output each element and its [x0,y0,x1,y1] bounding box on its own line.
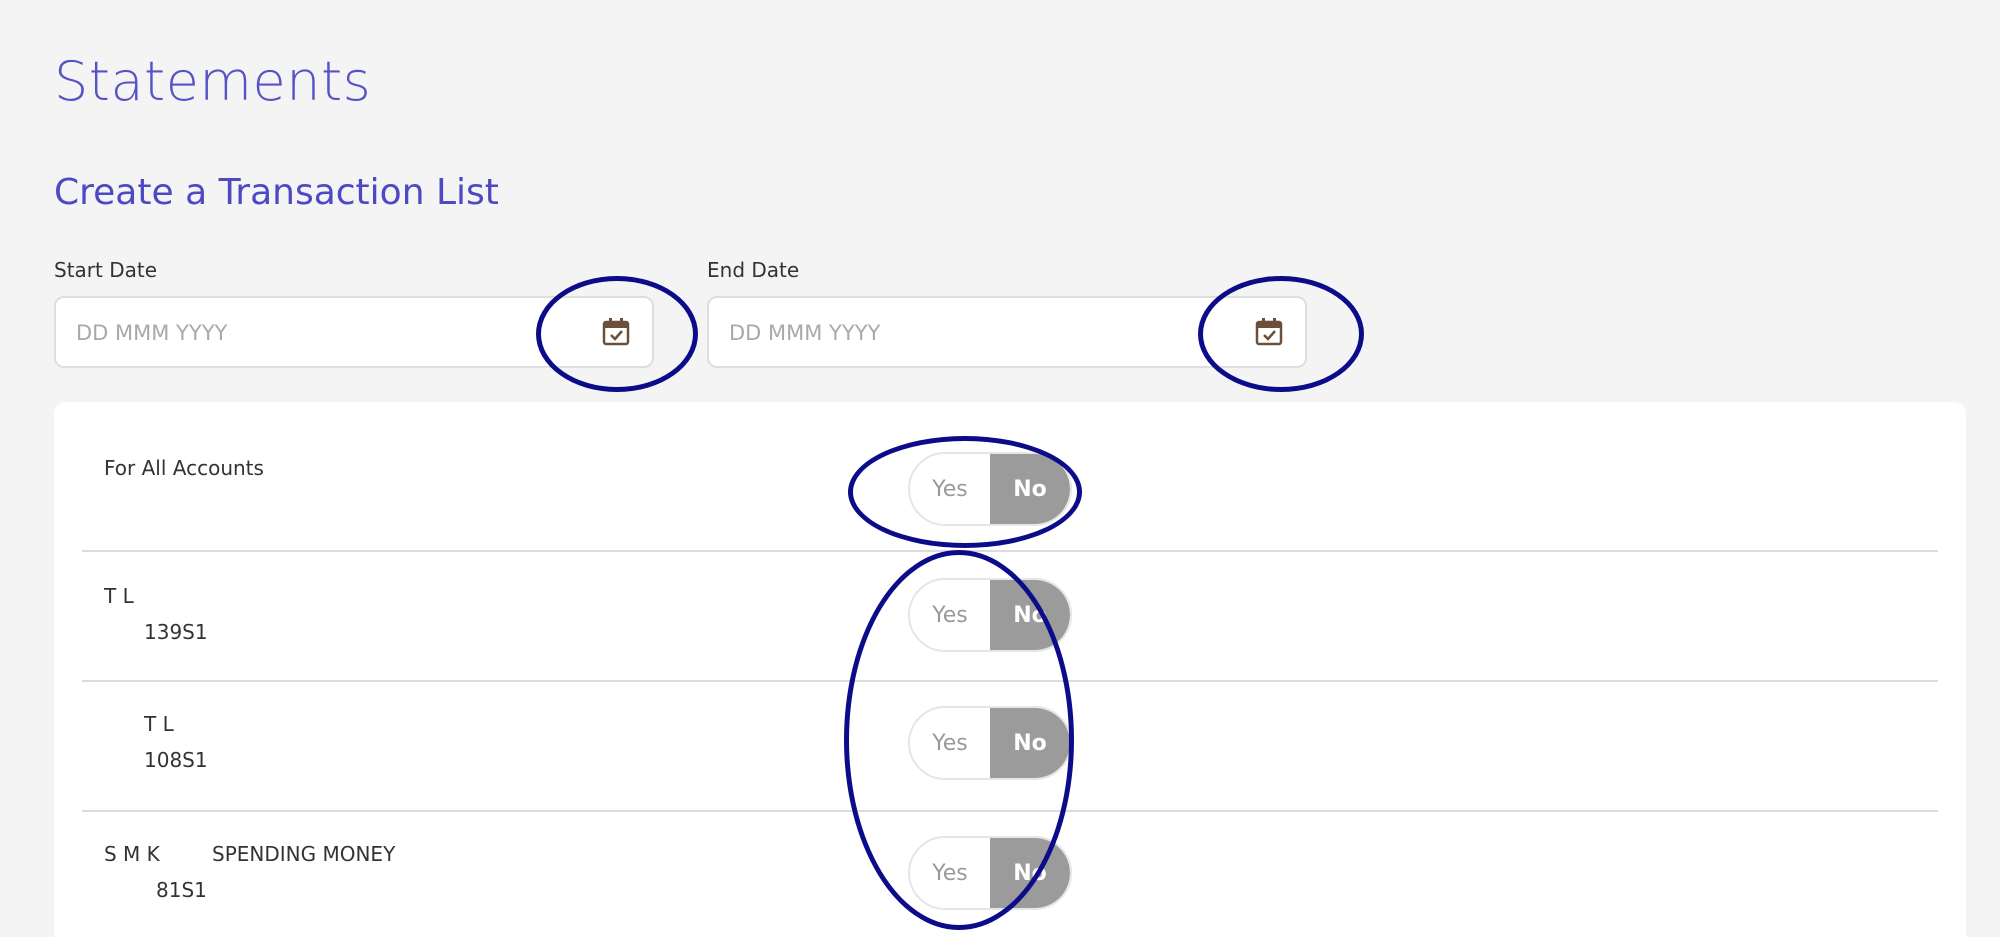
section-title: Create a Transaction List [54,172,499,213]
start-date-calendar-button[interactable] [598,314,634,350]
toggle-yes-option[interactable]: Yes [910,454,990,524]
toggle-no-option[interactable]: No [990,708,1070,778]
account-row: T L 139S1 Yes No [82,552,1938,680]
account-toggle[interactable]: Yes No [908,706,1072,780]
account-name: S M K [104,842,160,866]
end-date-input[interactable] [727,298,1211,368]
account-number: 108S1 [144,748,208,772]
account-number: 139S1 [144,620,208,644]
statements-page: Statements Create a Transaction List Sta… [0,0,2000,937]
account-number: 81S1 [156,878,207,902]
all-accounts-label: For All Accounts [104,456,264,480]
calendar-check-icon [1255,318,1283,346]
calendar-check-icon [602,318,630,346]
start-date-label: Start Date [54,258,158,282]
end-date-calendar-button[interactable] [1251,314,1287,350]
toggle-yes-option[interactable]: Yes [910,708,990,778]
start-date-field [54,296,654,368]
account-row: S M K SPENDING MONEY 81S1 Yes No [82,812,1938,937]
account-name: T L [144,712,174,736]
all-accounts-toggle[interactable]: Yes No [908,452,1072,526]
start-date-input[interactable] [74,298,558,368]
page-title: Statements [54,50,372,113]
account-row: T L 108S1 Yes No [82,682,1938,810]
account-toggle[interactable]: Yes No [908,836,1072,910]
toggle-no-option[interactable]: No [990,580,1070,650]
account-name: T L [104,584,134,608]
toggle-yes-option[interactable]: Yes [910,838,990,908]
account-toggle[interactable]: Yes No [908,578,1072,652]
end-date-field [707,296,1307,368]
toggle-no-option[interactable]: No [990,454,1070,524]
end-date-label: End Date [707,258,800,282]
toggle-no-option[interactable]: No [990,838,1070,908]
accounts-card: For All Accounts Yes No T L 139S1 Yes No… [54,402,1966,937]
all-accounts-row: For All Accounts Yes No [82,402,1938,530]
account-name-suffix: SPENDING MONEY [212,842,396,866]
toggle-yes-option[interactable]: Yes [910,580,990,650]
